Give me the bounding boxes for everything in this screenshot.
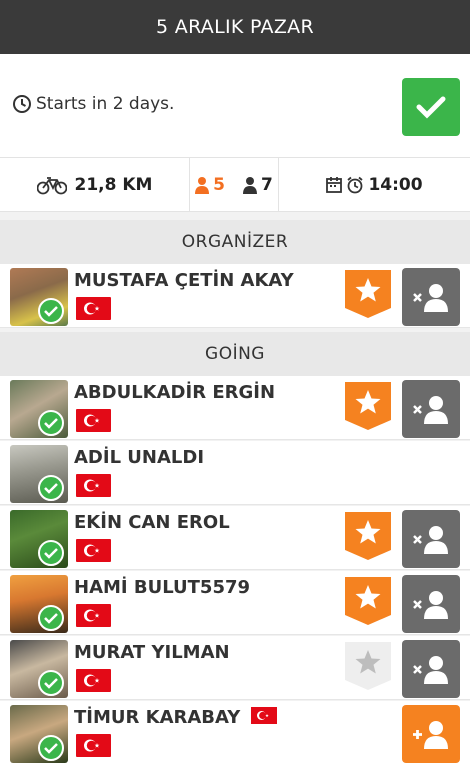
user-total-icon <box>243 176 257 194</box>
clock-icon <box>13 95 31 113</box>
participant-name[interactable]: MUSTAFA ÇETİN AKAY <box>74 270 294 291</box>
checkmark-icon <box>38 670 64 696</box>
going-count: 5 <box>213 174 225 195</box>
status-text: Starts in 2 days. <box>36 94 175 114</box>
participant-row[interactable]: HAMİ BULUT5579 <box>0 571 470 635</box>
remove-friend-button[interactable] <box>402 510 460 568</box>
remove-friend-button[interactable] <box>402 268 460 326</box>
remove-user-icon <box>413 396 448 424</box>
participant-row[interactable]: MURAT YILMAN <box>0 636 470 700</box>
checkmark-icon <box>38 298 64 324</box>
page-title: 5 ARALIK PAZAR <box>156 16 314 38</box>
participant-name-text: TİMUR KARABAY <box>74 707 241 728</box>
avatar[interactable] <box>10 268 68 326</box>
ride-stats: 21,8 KM 5 7 14:00 <box>0 158 470 212</box>
star-badge-icon <box>345 382 391 430</box>
turkey-flag-icon <box>250 707 277 724</box>
total-count: 7 <box>261 174 273 195</box>
status-row: Starts in 2 days. <box>12 94 174 114</box>
section-organizer: ORGANİZER <box>0 220 470 264</box>
avatar[interactable] <box>10 575 68 633</box>
participant-name[interactable]: ADİL UNALDI <box>74 447 204 468</box>
participant-name[interactable]: TİMUR KARABAY <box>74 707 277 728</box>
bicycle-icon <box>36 176 67 194</box>
star-badge-icon <box>345 270 391 318</box>
section-title: GOİNG <box>205 344 265 364</box>
date-header: 5 ARALIK PAZAR <box>0 0 470 54</box>
participant-name[interactable]: ABDULKADİR ERGİN <box>74 382 275 403</box>
checkmark-icon <box>38 410 64 436</box>
participant-row[interactable]: TİMUR KARABAY <box>0 701 470 768</box>
start-time: 14:00 <box>368 174 423 195</box>
avatar[interactable] <box>10 705 68 763</box>
turkey-flag-icon <box>76 474 111 497</box>
remove-user-icon <box>413 591 448 619</box>
avatar[interactable] <box>10 445 68 503</box>
section-going: GOİNG <box>0 332 470 376</box>
star-badge-icon <box>345 512 391 560</box>
add-friend-button[interactable] <box>402 705 460 763</box>
turkey-flag-icon <box>76 539 111 562</box>
user-going-icon <box>195 176 210 194</box>
checkmark-icon <box>38 735 64 761</box>
participant-row[interactable]: ABDULKADİR ERGİN <box>0 376 470 440</box>
distance-stat: 21,8 KM <box>0 158 190 211</box>
turkey-flag-icon <box>76 409 111 432</box>
time-stat: 14:00 <box>279 158 470 211</box>
avatar[interactable] <box>10 380 68 438</box>
turkey-flag-icon <box>76 669 111 692</box>
participant-row[interactable]: MUSTAFA ÇETİN AKAY <box>0 264 470 328</box>
star-badge-icon <box>345 577 391 625</box>
calendar-icon <box>326 177 343 193</box>
section-title: ORGANİZER <box>181 232 289 252</box>
turkey-flag-icon <box>76 734 111 757</box>
star-badge-inactive-icon <box>345 642 391 690</box>
remove-user-icon <box>413 526 448 554</box>
remove-user-icon <box>413 284 448 312</box>
distance-value: 21,8 KM <box>74 174 153 195</box>
remove-friend-button[interactable] <box>402 380 460 438</box>
remove-friend-button[interactable] <box>402 575 460 633</box>
participants-stat: 5 7 <box>190 158 279 211</box>
avatar[interactable] <box>10 510 68 568</box>
participant-name[interactable]: HAMİ BULUT5579 <box>74 577 250 598</box>
remove-friend-button[interactable] <box>402 640 460 698</box>
confirm-join-button[interactable] <box>402 78 460 136</box>
alarm-clock-icon <box>347 176 364 193</box>
participant-name[interactable]: EKİN CAN EROL <box>74 512 230 533</box>
checkmark-icon <box>38 605 64 631</box>
participant-row[interactable]: ADİL UNALDI <box>0 441 470 505</box>
turkey-flag-icon <box>76 604 111 627</box>
checkmark-icon <box>416 96 446 119</box>
status-panel: Starts in 2 days. <box>0 54 470 158</box>
checkmark-icon <box>38 475 64 501</box>
avatar[interactable] <box>10 640 68 698</box>
add-user-icon <box>413 721 448 749</box>
participant-row[interactable]: EKİN CAN EROL <box>0 506 470 570</box>
remove-user-icon <box>413 656 448 684</box>
participant-name[interactable]: MURAT YILMAN <box>74 642 230 663</box>
checkmark-icon <box>38 540 64 566</box>
turkey-flag-icon <box>76 297 111 320</box>
